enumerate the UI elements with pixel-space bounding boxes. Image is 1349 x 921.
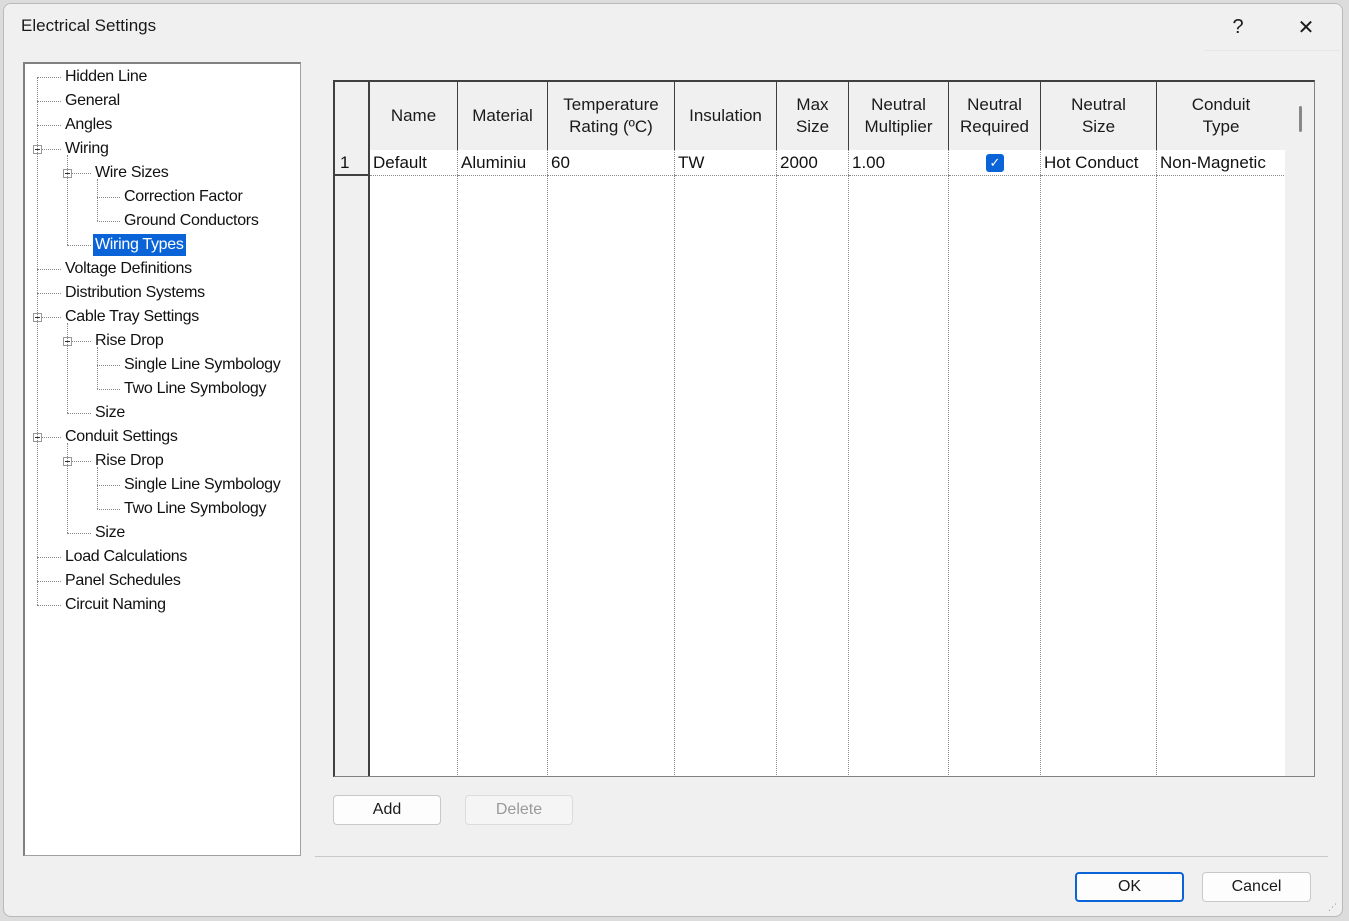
table-cell[interactable]: 1.00: [849, 150, 949, 176]
tree-connector: [37, 101, 61, 102]
tree-item[interactable]: Wiring: [63, 138, 111, 160]
vertical-scrollbar[interactable]: [1285, 82, 1314, 776]
tree-guide: [67, 323, 68, 413]
tree-connector: [97, 365, 120, 366]
column-header[interactable]: Material: [458, 82, 548, 150]
scroll-thumb[interactable]: [1299, 106, 1302, 132]
column-header[interactable]: Conduit Type: [1157, 82, 1286, 150]
add-button[interactable]: Add: [333, 795, 441, 825]
column-divider: [674, 150, 675, 776]
table-cell[interactable]: ✓: [949, 150, 1041, 176]
tree-guide: [37, 77, 38, 605]
tree-item[interactable]: General: [63, 90, 122, 112]
tree-item[interactable]: Single Line Symbology: [122, 354, 282, 376]
tree-connector: [37, 605, 61, 606]
column-divider: [457, 150, 458, 776]
close-button[interactable]: ✕: [1272, 4, 1340, 50]
column-divider: [547, 150, 548, 776]
tree-item[interactable]: Circuit Naming: [63, 594, 168, 616]
column-header[interactable]: Neutral Size: [1041, 82, 1157, 150]
column-divider: [848, 150, 849, 776]
tree-connector: [97, 485, 120, 486]
tree-guide: [97, 347, 98, 389]
column-divider: [948, 150, 949, 776]
tree-connector: [97, 197, 120, 198]
grid-body: Default Aluminiu 60 TW 2000 1.00 ✓ Hot Conduct N…: [370, 150, 1286, 776]
electrical-settings-dialog: Electrical Settings ? ✕ Hidden Line Gener…: [3, 3, 1343, 917]
tree-item[interactable]: Wire Sizes: [93, 162, 170, 184]
close-icon: ✕: [1297, 16, 1315, 39]
table-cell[interactable]: Aluminiu: [458, 150, 548, 176]
neutral-required-checkbox[interactable]: ✓: [986, 154, 1004, 172]
row-number[interactable]: 1: [335, 150, 368, 176]
tree-item[interactable]: Size: [93, 402, 127, 424]
column-divider: [1156, 150, 1157, 776]
column-divider: [776, 150, 777, 776]
tree-item[interactable]: Size: [93, 522, 127, 544]
column-header[interactable]: Neutral Multiplier: [849, 82, 949, 150]
tree-connector: [37, 77, 61, 78]
settings-tree[interactable]: Hidden Line General Angles Wiring Wire Sizes…: [23, 62, 301, 856]
tree-item[interactable]: Ground Conductors: [122, 210, 261, 232]
tree-connector: [97, 389, 120, 390]
delete-button[interactable]: Delete: [465, 795, 573, 825]
tree-item[interactable]: Rise Drop: [93, 450, 165, 472]
tree-connector: [67, 533, 91, 534]
column-header[interactable]: Name: [370, 82, 458, 150]
column-header[interactable]: Temperature Rating (ºC): [548, 82, 675, 150]
tree-item[interactable]: Two Line Symbology: [122, 498, 268, 520]
table-cell[interactable]: TW: [675, 150, 777, 176]
column-header-row: Name Material Temperature Rating (ºC) Insul…: [370, 82, 1286, 151]
tree-item[interactable]: Two Line Symbology: [122, 378, 268, 400]
column-header[interactable]: Insulation: [675, 82, 777, 150]
help-button[interactable]: ?: [1204, 4, 1272, 50]
table-cell[interactable]: Hot Conduct: [1041, 150, 1157, 176]
wiring-types-grid[interactable]: 1 Name Material Temperature Rating (ºC) Ins…: [333, 80, 1315, 777]
tree-connector: [37, 125, 61, 126]
tree-connector: [37, 557, 61, 558]
footer-separator: [315, 856, 1328, 857]
ok-button[interactable]: OK: [1075, 872, 1184, 902]
tree-item[interactable]: Distribution Systems: [63, 282, 207, 304]
resize-grip-icon[interactable]: ⋰: [1328, 902, 1338, 912]
tree-item[interactable]: Correction Factor: [122, 186, 245, 208]
tree-item[interactable]: Voltage Definitions: [63, 258, 194, 280]
column-divider: [1040, 150, 1041, 776]
table-cell[interactable]: 60: [548, 150, 675, 176]
tree-connector: [67, 413, 91, 414]
title-divider: [1204, 50, 1340, 51]
table-cell[interactable]: Default: [370, 150, 458, 176]
column-header[interactable]: Neutral Required: [949, 82, 1041, 150]
tree-item[interactable]: Rise Drop: [93, 330, 165, 352]
table-cell[interactable]: 2000: [777, 150, 849, 176]
title-bar: Electrical Settings ? ✕: [4, 4, 1342, 51]
tree-item[interactable]: Panel Schedules: [63, 570, 183, 592]
tree-guide: [97, 179, 98, 221]
tree-item[interactable]: Conduit Settings: [63, 426, 180, 448]
help-icon: ?: [1232, 15, 1244, 38]
tree-connector: [67, 245, 91, 246]
cancel-button[interactable]: Cancel: [1202, 872, 1311, 902]
tree-item[interactable]: Cable Tray Settings: [63, 306, 201, 328]
column-header[interactable]: Max Size: [777, 82, 849, 150]
table-cell[interactable]: Non-Magnetic: [1157, 150, 1286, 176]
row-header-column: [335, 82, 370, 776]
tree-item[interactable]: Hidden Line: [63, 66, 149, 88]
tree-connector: [97, 509, 120, 510]
tree-item[interactable]: Load Calculations: [63, 546, 189, 568]
tree-connector: [37, 293, 61, 294]
tree-item[interactable]: Wiring Types: [93, 234, 186, 256]
tree-connector: [97, 221, 120, 222]
tree-item[interactable]: Single Line Symbology: [122, 474, 282, 496]
tree-connector: [37, 581, 61, 582]
tree-item[interactable]: Angles: [63, 114, 114, 136]
tree-guide: [67, 443, 68, 533]
tree-guide: [97, 467, 98, 509]
window-title: Electrical Settings: [21, 16, 157, 35]
tree-guide: [67, 155, 68, 245]
tree-connector: [37, 269, 61, 270]
